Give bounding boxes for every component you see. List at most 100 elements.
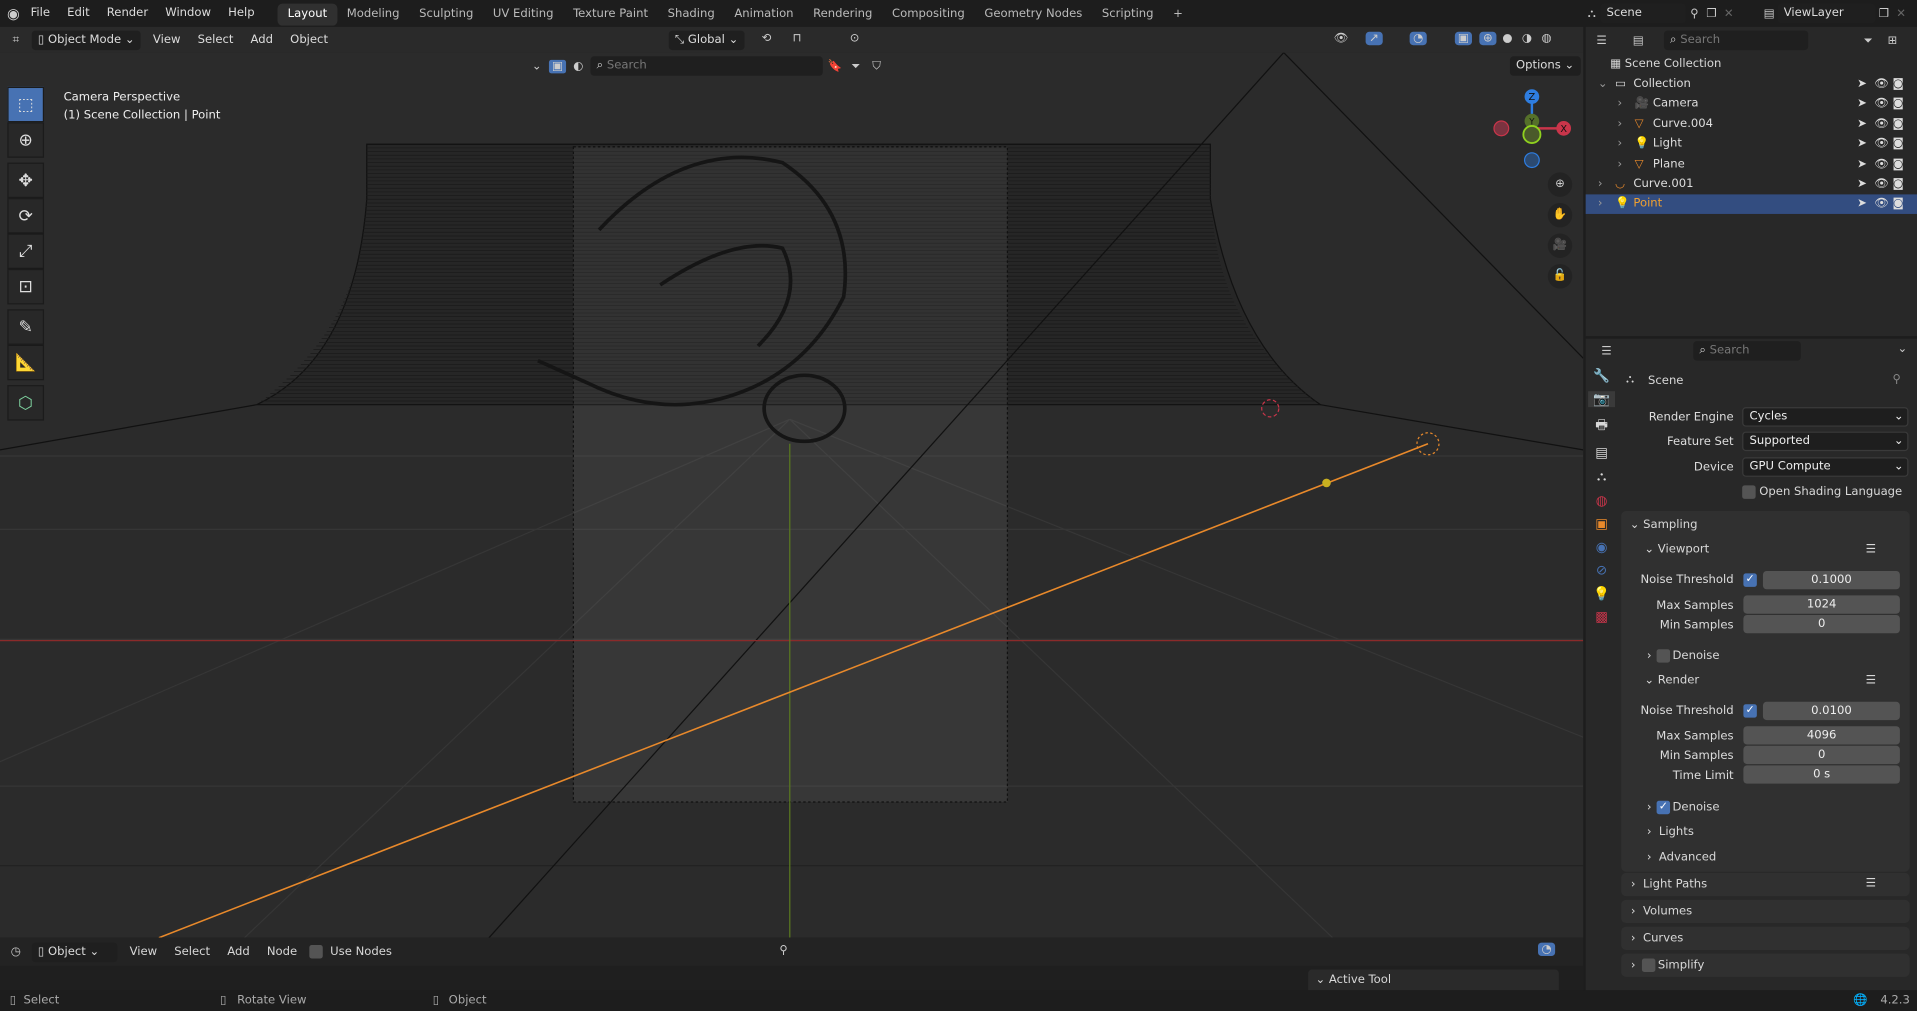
render-preset-list-icon[interactable]: ☰ — [1866, 674, 1876, 687]
rotate-tool-icon[interactable]: ⟳ — [7, 198, 45, 234]
menu-render[interactable]: Render — [98, 0, 156, 27]
expand-chevron-icon[interactable]: › — [1617, 115, 1622, 135]
volumes-header[interactable]: › Volumes — [1631, 905, 1692, 918]
gizmo-neg-x[interactable] — [1493, 120, 1510, 137]
sampling-header[interactable]: ⌄ Sampling — [1630, 518, 1698, 531]
menu-help[interactable]: Help — [220, 0, 264, 27]
gizmo-neg-z[interactable] — [1523, 152, 1540, 169]
navigation-gizmo[interactable]: Z X Y — [1485, 87, 1577, 173]
pivot-icon[interactable]: ⟲ — [758, 32, 775, 45]
new-collection-icon[interactable]: ⊞ — [1884, 34, 1901, 47]
view-layer-tab-icon[interactable]: ▤ — [1588, 445, 1615, 461]
menu-view[interactable]: View — [148, 26, 185, 53]
menu-edit[interactable]: Edit — [59, 0, 99, 27]
tab-uv-editing[interactable]: UV Editing — [483, 4, 563, 26]
overlay-toggle-icon[interactable]: ◔ — [1409, 31, 1427, 46]
output-tab-icon[interactable]: 🖶 — [1588, 414, 1615, 437]
object-tab-icon[interactable]: ▣ — [1588, 516, 1615, 532]
light-paths-preset-icon[interactable]: ☰ — [1866, 877, 1876, 890]
object-type-filter-icon[interactable]: ⌄ — [528, 59, 545, 72]
move-tool-icon[interactable]: ✥ — [7, 162, 45, 199]
render-camera-icon[interactable]: ◙ — [1893, 75, 1904, 95]
selectable-arrow-icon[interactable]: ➤ — [1857, 175, 1867, 195]
view-layer-selector[interactable]: ▤ ViewLayer ❐ ✕ — [1761, 3, 1910, 24]
outliner-search-input[interactable]: ⌕ Search — [1663, 30, 1809, 51]
viewport-max-samples-field[interactable]: 1024 — [1743, 595, 1900, 614]
add-cube-tool-icon[interactable]: ⬡ — [7, 385, 45, 421]
bottom-menu-node[interactable]: Node — [262, 945, 302, 958]
curves-header[interactable]: › Curves — [1631, 932, 1683, 945]
tab-layout[interactable]: Layout — [277, 3, 337, 26]
expand-chevron-icon[interactable]: ⌄ — [1598, 75, 1608, 95]
3d-viewport[interactable]: Camera Perspective (1) Scene Collection … — [0, 52, 1584, 938]
options-dropdown[interactable]: Options ⌄ — [1509, 56, 1581, 76]
eye-icon[interactable]: 👁 — [1874, 195, 1889, 215]
blender-logo-icon[interactable]: ◉ — [5, 5, 22, 22]
outliner-root[interactable]: ▦ Scene Collection — [1586, 55, 1917, 75]
pin-icon[interactable]: ⚲ — [775, 944, 792, 957]
properties-search-input[interactable]: ⌕ Search — [1693, 341, 1801, 361]
simplify-expand-icon[interactable]: › — [1631, 959, 1636, 972]
properties-options-icon[interactable]: ⌄ — [1894, 342, 1911, 355]
render-engine-dropdown[interactable]: Cycles ⌄ — [1742, 407, 1909, 427]
tab-sculpting[interactable]: Sculpting — [409, 4, 483, 26]
osl-checkbox[interactable] — [1742, 485, 1756, 499]
select-box-tool-icon[interactable]: ⬚ — [7, 86, 45, 123]
simplify-checkbox[interactable] — [1641, 958, 1656, 972]
selectable-arrow-icon[interactable]: ➤ — [1857, 195, 1867, 215]
world-tab-icon[interactable]: ◍ — [1588, 493, 1615, 509]
bottom-object-dropdown[interactable]: ▯ Object ⌄ — [31, 941, 118, 962]
camera-view-icon[interactable]: 🎥 — [1547, 233, 1573, 258]
render-camera-icon[interactable]: ◙ — [1893, 155, 1904, 175]
select-mode-icon[interactable]: ▣ — [548, 59, 567, 73]
render-camera-icon[interactable]: ◙ — [1893, 95, 1904, 115]
selectable-arrow-icon[interactable]: ➤ — [1857, 115, 1867, 135]
viewport-noise-field[interactable]: 0.1000 — [1762, 570, 1900, 590]
delete-scene-icon[interactable]: ✕ — [1720, 7, 1737, 20]
tab-compositing[interactable]: Compositing — [882, 4, 974, 26]
tool-tab-icon[interactable]: 🔧 — [1588, 368, 1615, 384]
viewport-denoise-expand-icon[interactable]: › — [1647, 649, 1652, 662]
expand-chevron-icon[interactable]: › — [1598, 175, 1603, 195]
solid-shading-icon[interactable]: ● — [1499, 32, 1516, 45]
menu-select[interactable]: Select — [193, 26, 239, 53]
eye-icon[interactable]: 👁 — [1874, 135, 1889, 155]
tab-modeling[interactable]: Modeling — [337, 4, 409, 26]
bottom-editor-type-icon[interactable]: ◷ — [7, 945, 24, 958]
selectable-arrow-icon[interactable]: ➤ — [1857, 155, 1867, 175]
render-noise-field[interactable]: 0.0100 — [1762, 701, 1900, 721]
filter-icon[interactable]: ⏷ — [847, 59, 864, 72]
eye-icon[interactable]: 👁 — [1874, 95, 1889, 115]
menu-file[interactable]: File — [22, 0, 59, 27]
outliner-item-camera[interactable]: › 🎥 Camera ➤ 👁 ◙ — [1586, 95, 1917, 115]
editor-type-icon[interactable]: ⌗ — [7, 33, 24, 46]
material-shading-icon[interactable]: ◑ — [1518, 32, 1535, 45]
render-camera-icon[interactable]: ◙ — [1893, 115, 1904, 135]
shading-icon[interactable]: ◐ — [570, 59, 587, 72]
eye-icon[interactable]: 👁 — [1874, 115, 1889, 135]
snap-icon[interactable]: ⊓ — [789, 32, 806, 45]
outliner-display-icon[interactable]: ☰ — [1593, 34, 1610, 47]
lights-subpanel[interactable]: › Lights — [1647, 825, 1694, 838]
render-denoise-checkbox[interactable]: ✓ — [1656, 800, 1671, 815]
render-denoise-expand-icon[interactable]: › — [1647, 801, 1652, 814]
properties-pin-icon[interactable]: ⚲ — [1893, 373, 1902, 386]
scene-tab-icon[interactable]: ⛬ — [1588, 468, 1615, 485]
overlay-icon[interactable]: ◔ — [1538, 942, 1556, 957]
outliner-item-point[interactable]: › 💡 Point ➤ 👁 ◙ — [1585, 194, 1917, 215]
zoom-icon[interactable]: ⊕ — [1547, 172, 1573, 197]
menu-add[interactable]: Add — [246, 26, 278, 53]
physics-tab-icon[interactable]: ◉ — [1588, 539, 1615, 555]
feature-set-dropdown[interactable]: Supported ⌄ — [1742, 431, 1909, 452]
viewport-subpanel-header[interactable]: ⌄ Viewport — [1644, 543, 1709, 556]
eye-icon[interactable]: 👁 — [1874, 155, 1889, 175]
render-camera-icon[interactable]: ◙ — [1893, 195, 1904, 215]
advanced-subpanel[interactable]: › Advanced — [1647, 851, 1716, 864]
add-workspace-icon[interactable]: + — [1163, 4, 1192, 26]
expand-chevron-icon[interactable]: › — [1617, 135, 1622, 155]
visibility-icon[interactable]: 👁 — [1333, 32, 1350, 45]
properties-editor-type-icon[interactable]: ☰ — [1598, 344, 1615, 357]
mode-dropdown[interactable]: ▯ Object Mode ⌄ — [31, 29, 141, 50]
scale-tool-icon[interactable]: ⤢ — [7, 233, 45, 269]
tab-geometry-nodes[interactable]: Geometry Nodes — [975, 4, 1093, 26]
